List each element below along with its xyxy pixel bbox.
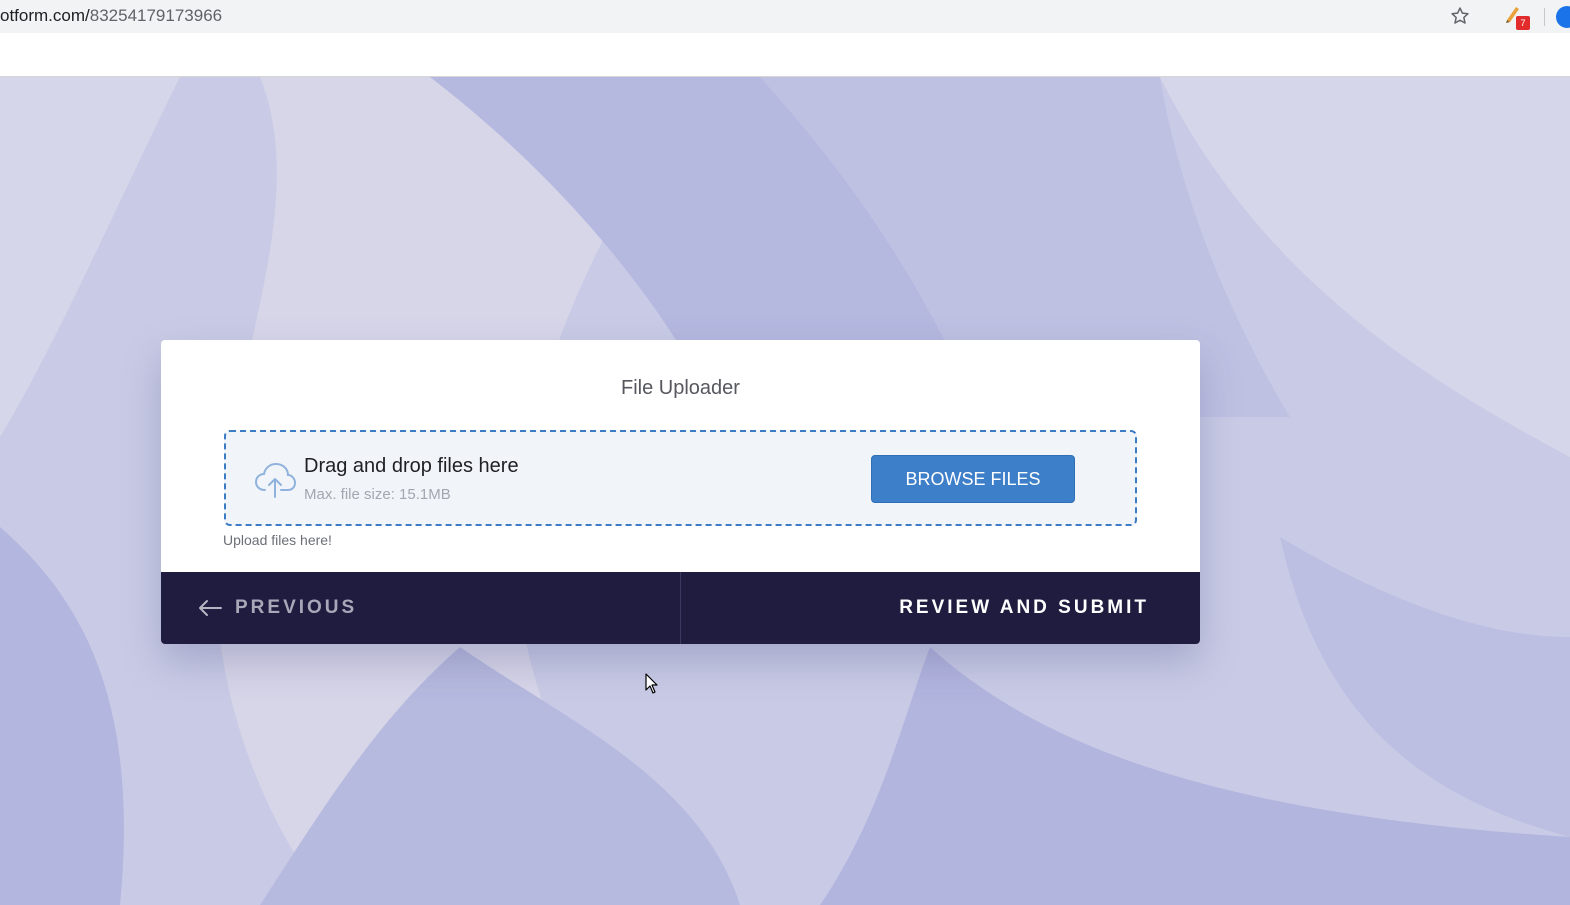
drop-title: Drag and drop files here <box>304 455 519 477</box>
browse-files-button[interactable]: BROWSE FILES <box>871 455 1075 503</box>
url-host: otform.com/ <box>0 6 90 25</box>
form-navigation: PREVIOUS REVIEW AND SUBMIT <box>161 572 1200 644</box>
profile-icon[interactable] <box>1556 6 1570 28</box>
arrow-left-icon <box>199 600 222 616</box>
review-and-submit-button[interactable]: REVIEW AND SUBMIT <box>681 572 1200 644</box>
url-path: 83254179173966 <box>89 6 223 25</box>
toolbar-divider <box>1544 8 1545 26</box>
file-drop-zone[interactable]: Drag and drop files here Max. file size:… <box>224 430 1137 526</box>
star-icon[interactable] <box>1450 6 1470 26</box>
max-file-size: Max. file size: 15.1MB <box>304 486 451 503</box>
cloud-upload-icon <box>254 462 297 498</box>
extension-badge: 7 <box>1516 16 1530 30</box>
address-bar[interactable]: otform.com/83254179173966 7 <box>0 0 1570 33</box>
upload-helper-text: Upload files here! <box>223 532 332 548</box>
form-title: File Uploader <box>621 377 740 399</box>
mouse-cursor-icon <box>645 673 658 694</box>
bookmarks-strip <box>0 33 1570 77</box>
previous-label: PREVIOUS <box>235 597 358 618</box>
previous-button[interactable]: PREVIOUS <box>161 572 680 644</box>
submit-label: REVIEW AND SUBMIT <box>899 597 1149 618</box>
extension-icon[interactable]: 7 <box>1504 4 1532 32</box>
url-text[interactable]: otform.com/83254179173966 <box>0 6 222 26</box>
form-card: File Uploader Drag and drop files here M… <box>161 340 1200 644</box>
